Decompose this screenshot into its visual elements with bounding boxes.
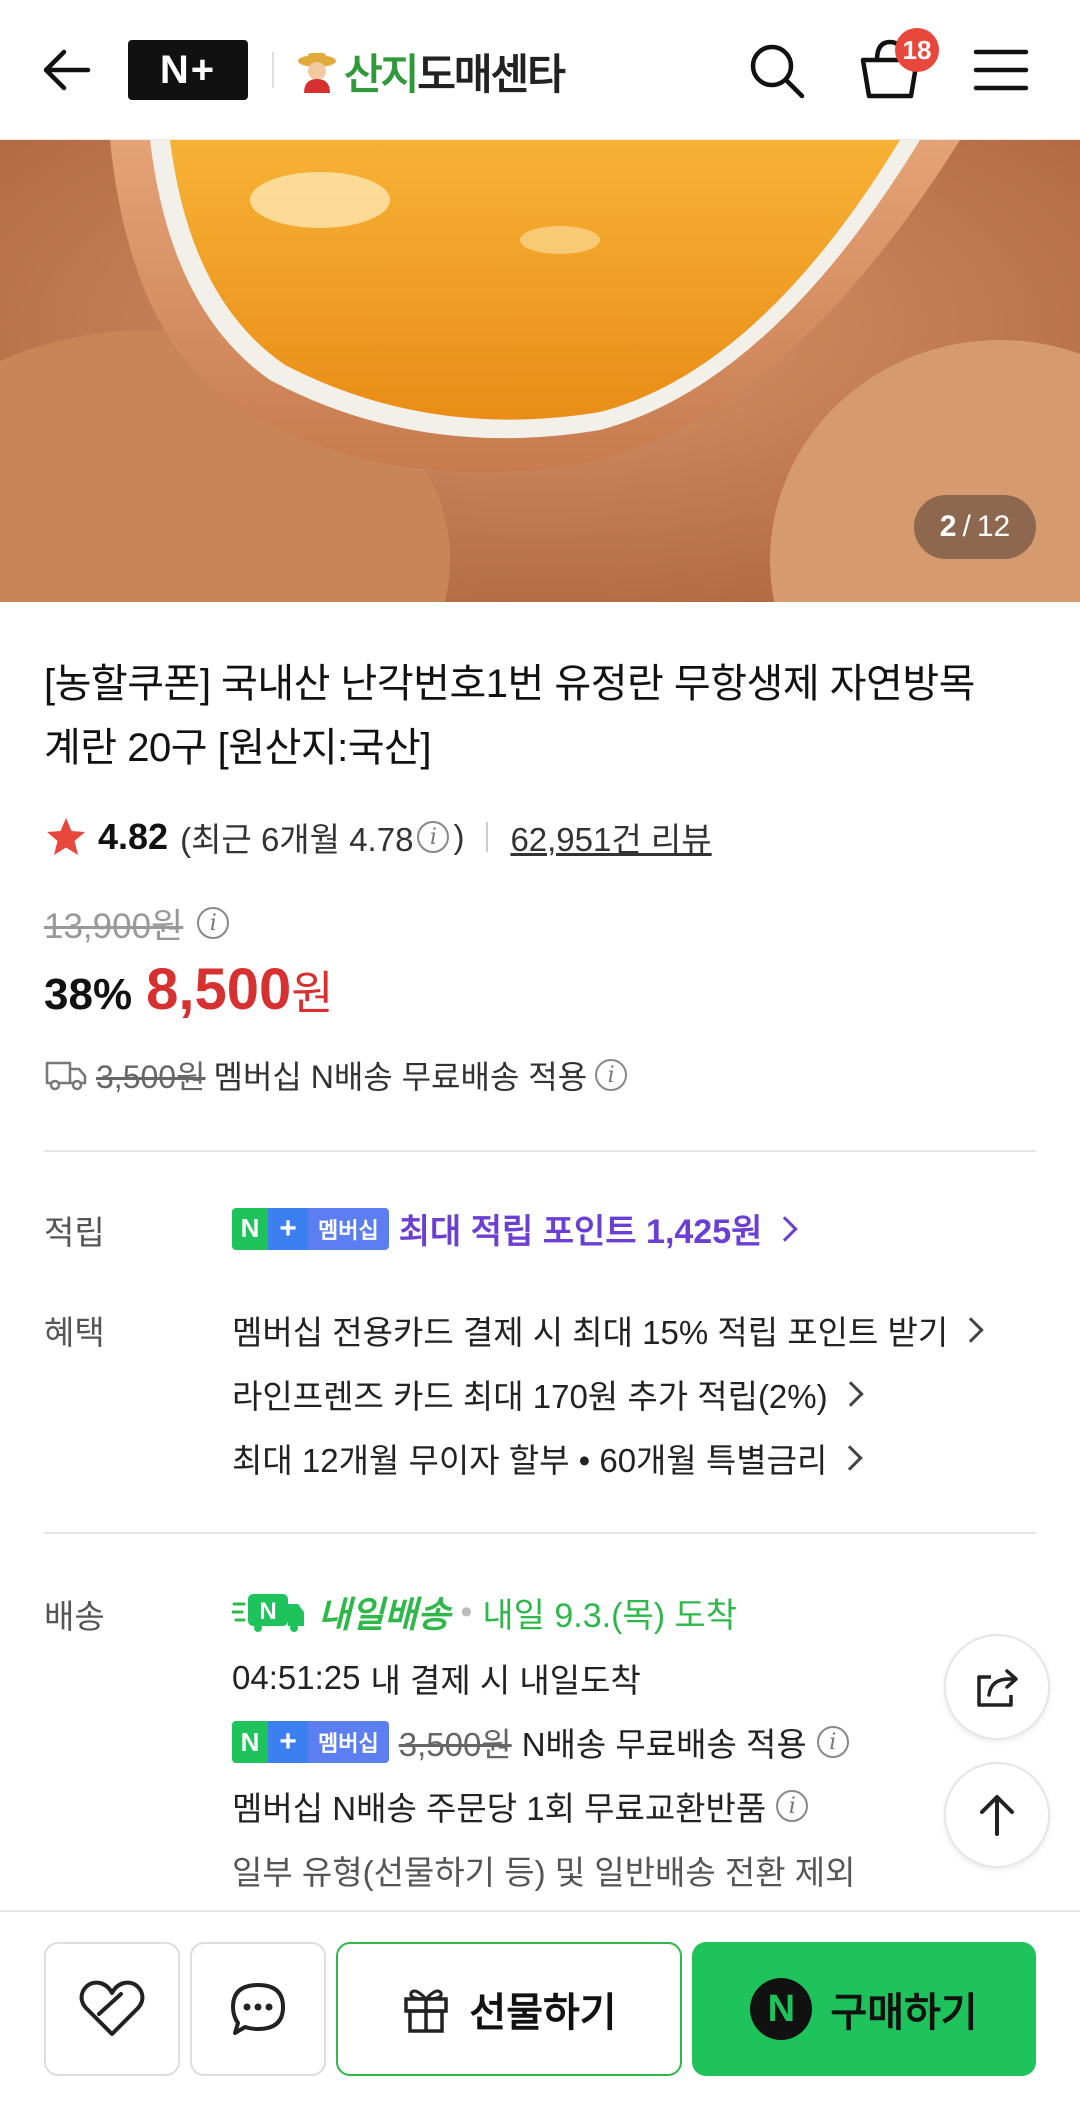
benefit-item[interactable]: 최대 12개월 무이자 할부 • 60개월 특별금리: [232, 1434, 864, 1482]
top-header: N+ 산지도매센타 18: [0, 0, 1080, 140]
price-info-icon[interactable]: i: [197, 907, 230, 939]
arrival-date: 내일 9.3.(목) 도착: [482, 1596, 738, 1635]
countdown-row: 04:51:25 내 결제 시 내일도착: [232, 1654, 641, 1702]
section-divider: [44, 1532, 1036, 1534]
wishlist-button[interactable]: [44, 1942, 180, 2076]
naverpay-icon: N: [750, 1978, 813, 2040]
farmer-mascot-icon: [298, 53, 336, 93]
max-points: 최대 적립 포인트 1,425원: [398, 1213, 763, 1251]
gift-icon: [404, 1989, 449, 2033]
original-price: 13,900원: [44, 906, 184, 946]
rating-row: 4.82 (최근 6개월 4.78 i ) 62,951건 리뷰: [44, 812, 712, 862]
store-name-green: 산지: [344, 50, 419, 98]
shipping-row: 3,500원 멤버십 N배송 무료배송 적용 i: [44, 1050, 628, 1100]
price-unit: 원: [291, 967, 334, 1019]
delivery-label: 배송: [44, 1598, 105, 1635]
exclusion-note: 일부 유형(선물하기 등) 및 일반배송 전환 제외: [232, 1854, 856, 1891]
bottom-action-bar: 선물하기 N 구매하기: [0, 1910, 1080, 2104]
share-button[interactable]: [944, 1634, 1050, 1740]
delivery-info-icon[interactable]: i: [816, 1726, 849, 1758]
sale-price: 8,500: [146, 957, 292, 1022]
price-row: 38% 8,500 원: [44, 956, 334, 1026]
recent-rating: (최근 6개월 4.78: [180, 821, 414, 858]
benefits-label: 혜택: [44, 1314, 105, 1351]
heart-icon: [79, 1980, 145, 2036]
original-price-row: 13,900원 i: [44, 898, 230, 948]
discount-rate: 38%: [44, 970, 133, 1019]
nplus-store-logo[interactable]: N+: [128, 40, 248, 100]
exchange-info-icon[interactable]: i: [776, 1790, 809, 1822]
scroll-top-button[interactable]: [944, 1762, 1050, 1868]
gift-button[interactable]: 선물하기: [336, 1942, 682, 2076]
points-row[interactable]: N + 멤버십 최대 적립 포인트 1,425원: [232, 1204, 799, 1253]
benefit-text: 최대 12개월 무이자 할부 • 60개월 특별금리: [232, 1442, 828, 1479]
tomorrow-delivery-row: N 내일배송 • 내일 9.3.(목) 도착: [232, 1586, 737, 1638]
buy-button[interactable]: N 구매하기: [692, 1942, 1036, 2076]
chat-button[interactable]: [190, 1942, 326, 2076]
search-icon[interactable]: [746, 40, 808, 102]
membership-shipping-row: N + 멤버십 3,500원 N배송 무료배송 적용 i: [232, 1718, 849, 1766]
logo-divider: [272, 52, 274, 88]
shipping-fee: 3,500원: [96, 1059, 206, 1095]
countdown-note: 내 결제 시 내일도착: [370, 1662, 641, 1699]
countdown-timer: 04:51:25: [232, 1659, 361, 1696]
image-counter: 2 / 12: [914, 495, 1036, 559]
badge-plus: +: [268, 1207, 308, 1250]
image-separator: /: [962, 510, 971, 543]
review-count-link[interactable]: 62,951건 리뷰: [510, 813, 711, 861]
badge-plus: +: [268, 1721, 308, 1763]
shipping-note: 멤버십 N배송 무료배송 적용: [213, 1059, 588, 1095]
arrow-up-icon: [980, 1795, 1014, 1836]
info-icon[interactable]: i: [417, 821, 450, 853]
star-icon: [47, 818, 85, 855]
tomorrow-delivery-brand: 내일배송: [318, 1594, 451, 1635]
store-logo[interactable]: 산지도매센타: [296, 36, 566, 106]
badge-n: N: [232, 1207, 268, 1250]
chevron-right-icon: [772, 1215, 799, 1242]
chevron-right-icon: [958, 1317, 984, 1343]
exchange-row: 멤버십 N배송 주문당 1회 무료교환반품 i: [232, 1782, 809, 1830]
exchange-note: 멤버십 N배송 주문당 1회 무료교환반품: [232, 1790, 767, 1827]
membership-badge: N + 멤버십: [232, 1207, 389, 1250]
shipping-info-icon[interactable]: i: [595, 1059, 628, 1091]
share-icon: [977, 1669, 1018, 1707]
rating-value: 4.82: [98, 816, 169, 857]
menu-icon[interactable]: [972, 46, 1030, 94]
store-name-dark: 도매센타: [417, 50, 566, 98]
badge-text: 멤버십: [308, 1207, 389, 1250]
chat-icon: [231, 1983, 285, 2035]
recent-rating-close: ): [453, 818, 465, 855]
truck-icon: [45, 1061, 87, 1091]
gift-label: 선물하기: [469, 1991, 617, 2035]
chevron-right-icon: [837, 1381, 864, 1407]
benefit-text: 멤버십 전용카드 결제 시 최대 15% 적립 포인트 받기: [232, 1314, 949, 1351]
benefit-item[interactable]: 라인프렌즈 카드 최대 170원 추가 적립(2%): [232, 1370, 864, 1418]
image-total: 12: [976, 510, 1011, 543]
buy-label: 구매하기: [830, 1991, 978, 2035]
membership-badge: N + 멤버십: [232, 1721, 389, 1763]
image-current: 2: [939, 510, 957, 543]
tomorrow-delivery-icon: N: [232, 1594, 304, 1632]
delivery-fee: 3,500원: [398, 1726, 512, 1763]
benefit-text: 라인프렌즈 카드 최대 170원 추가 적립(2%): [232, 1378, 828, 1415]
points-label: 적립: [44, 1214, 105, 1251]
section-divider: [44, 1150, 1036, 1152]
delivery-fee-note: N배송 무료배송 적용: [521, 1726, 807, 1763]
store-name: 산지도매센타: [344, 41, 566, 102]
rating-divider: [486, 822, 489, 852]
chevron-right-icon: [837, 1445, 864, 1471]
svg-text:N: N: [259, 1598, 276, 1625]
product-title: [농할쿠폰] 국내산 난각번호1번 유정란 무항생제 자연방목 계란 20구 […: [44, 662, 975, 770]
separator-dot: •: [460, 1592, 473, 1631]
cart-count-badge: 18: [895, 28, 939, 72]
back-arrow-icon[interactable]: [38, 40, 98, 100]
exclusion-row: 일부 유형(선물하기 등) 및 일반배송 전환 제외: [232, 1846, 855, 1894]
badge-n: N: [232, 1721, 268, 1763]
benefit-item[interactable]: 멤버십 전용카드 결제 시 최대 15% 적립 포인트 받기: [232, 1306, 984, 1354]
badge-text: 멤버십: [308, 1721, 389, 1763]
